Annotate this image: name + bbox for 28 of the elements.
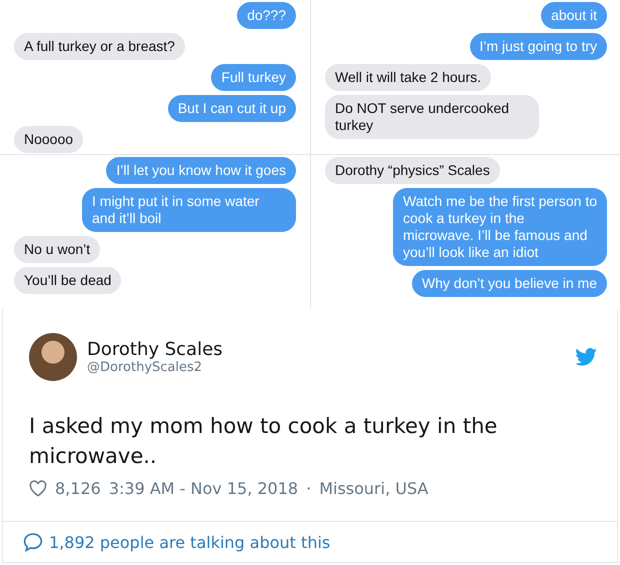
separator-dot: ·	[306, 479, 312, 498]
tweet-text: I asked my mom how to cook a turkey in the microwave..	[29, 413, 498, 470]
sent-message: Why don’t you believe in me	[412, 270, 607, 297]
avatar	[29, 333, 77, 381]
bird-icon[interactable]	[575, 348, 597, 366]
sent-message: But I can cut it up	[168, 95, 296, 122]
author-name: Dorothy Scales	[87, 339, 224, 360]
author-handle: @DorothyScales2	[87, 360, 204, 375]
sent-message: about it	[541, 2, 607, 29]
received-message: You’ll be dead	[14, 267, 122, 294]
sent-message: Full turkey	[211, 64, 296, 91]
sent-message: I’m just going to try	[470, 33, 607, 60]
received-message: No u won’t	[14, 236, 100, 263]
like-count: 8,126	[55, 479, 101, 498]
received-message: Nooooo	[14, 126, 84, 153]
conversation-link[interactable]: 1,892 people are talking about this	[49, 532, 330, 552]
received-message: Dorothy “physics” Scales	[325, 157, 500, 184]
heart-icon[interactable]	[29, 480, 47, 497]
received-message: Do NOT serve undercooked turkey	[325, 95, 539, 139]
received-message: A full turkey or a breast?	[14, 33, 185, 60]
sent-message: I might put it in some water and it’ll boil	[82, 188, 296, 232]
timestamp[interactable]: 3:39 AM - Nov 15, 2018	[108, 479, 298, 498]
sent-message: do???	[237, 2, 296, 29]
location: Missouri, USA	[319, 479, 428, 498]
sent-message: I’ll let you know how it goes	[106, 157, 296, 184]
speech-bubble-icon[interactable]	[23, 532, 43, 552]
sent-message: Watch me be the first person to cook a turkey in the microwave. I’ll be famous and you’ll look like an idiot	[393, 188, 607, 266]
received-message: Well it will take 2 hours.	[325, 64, 492, 91]
